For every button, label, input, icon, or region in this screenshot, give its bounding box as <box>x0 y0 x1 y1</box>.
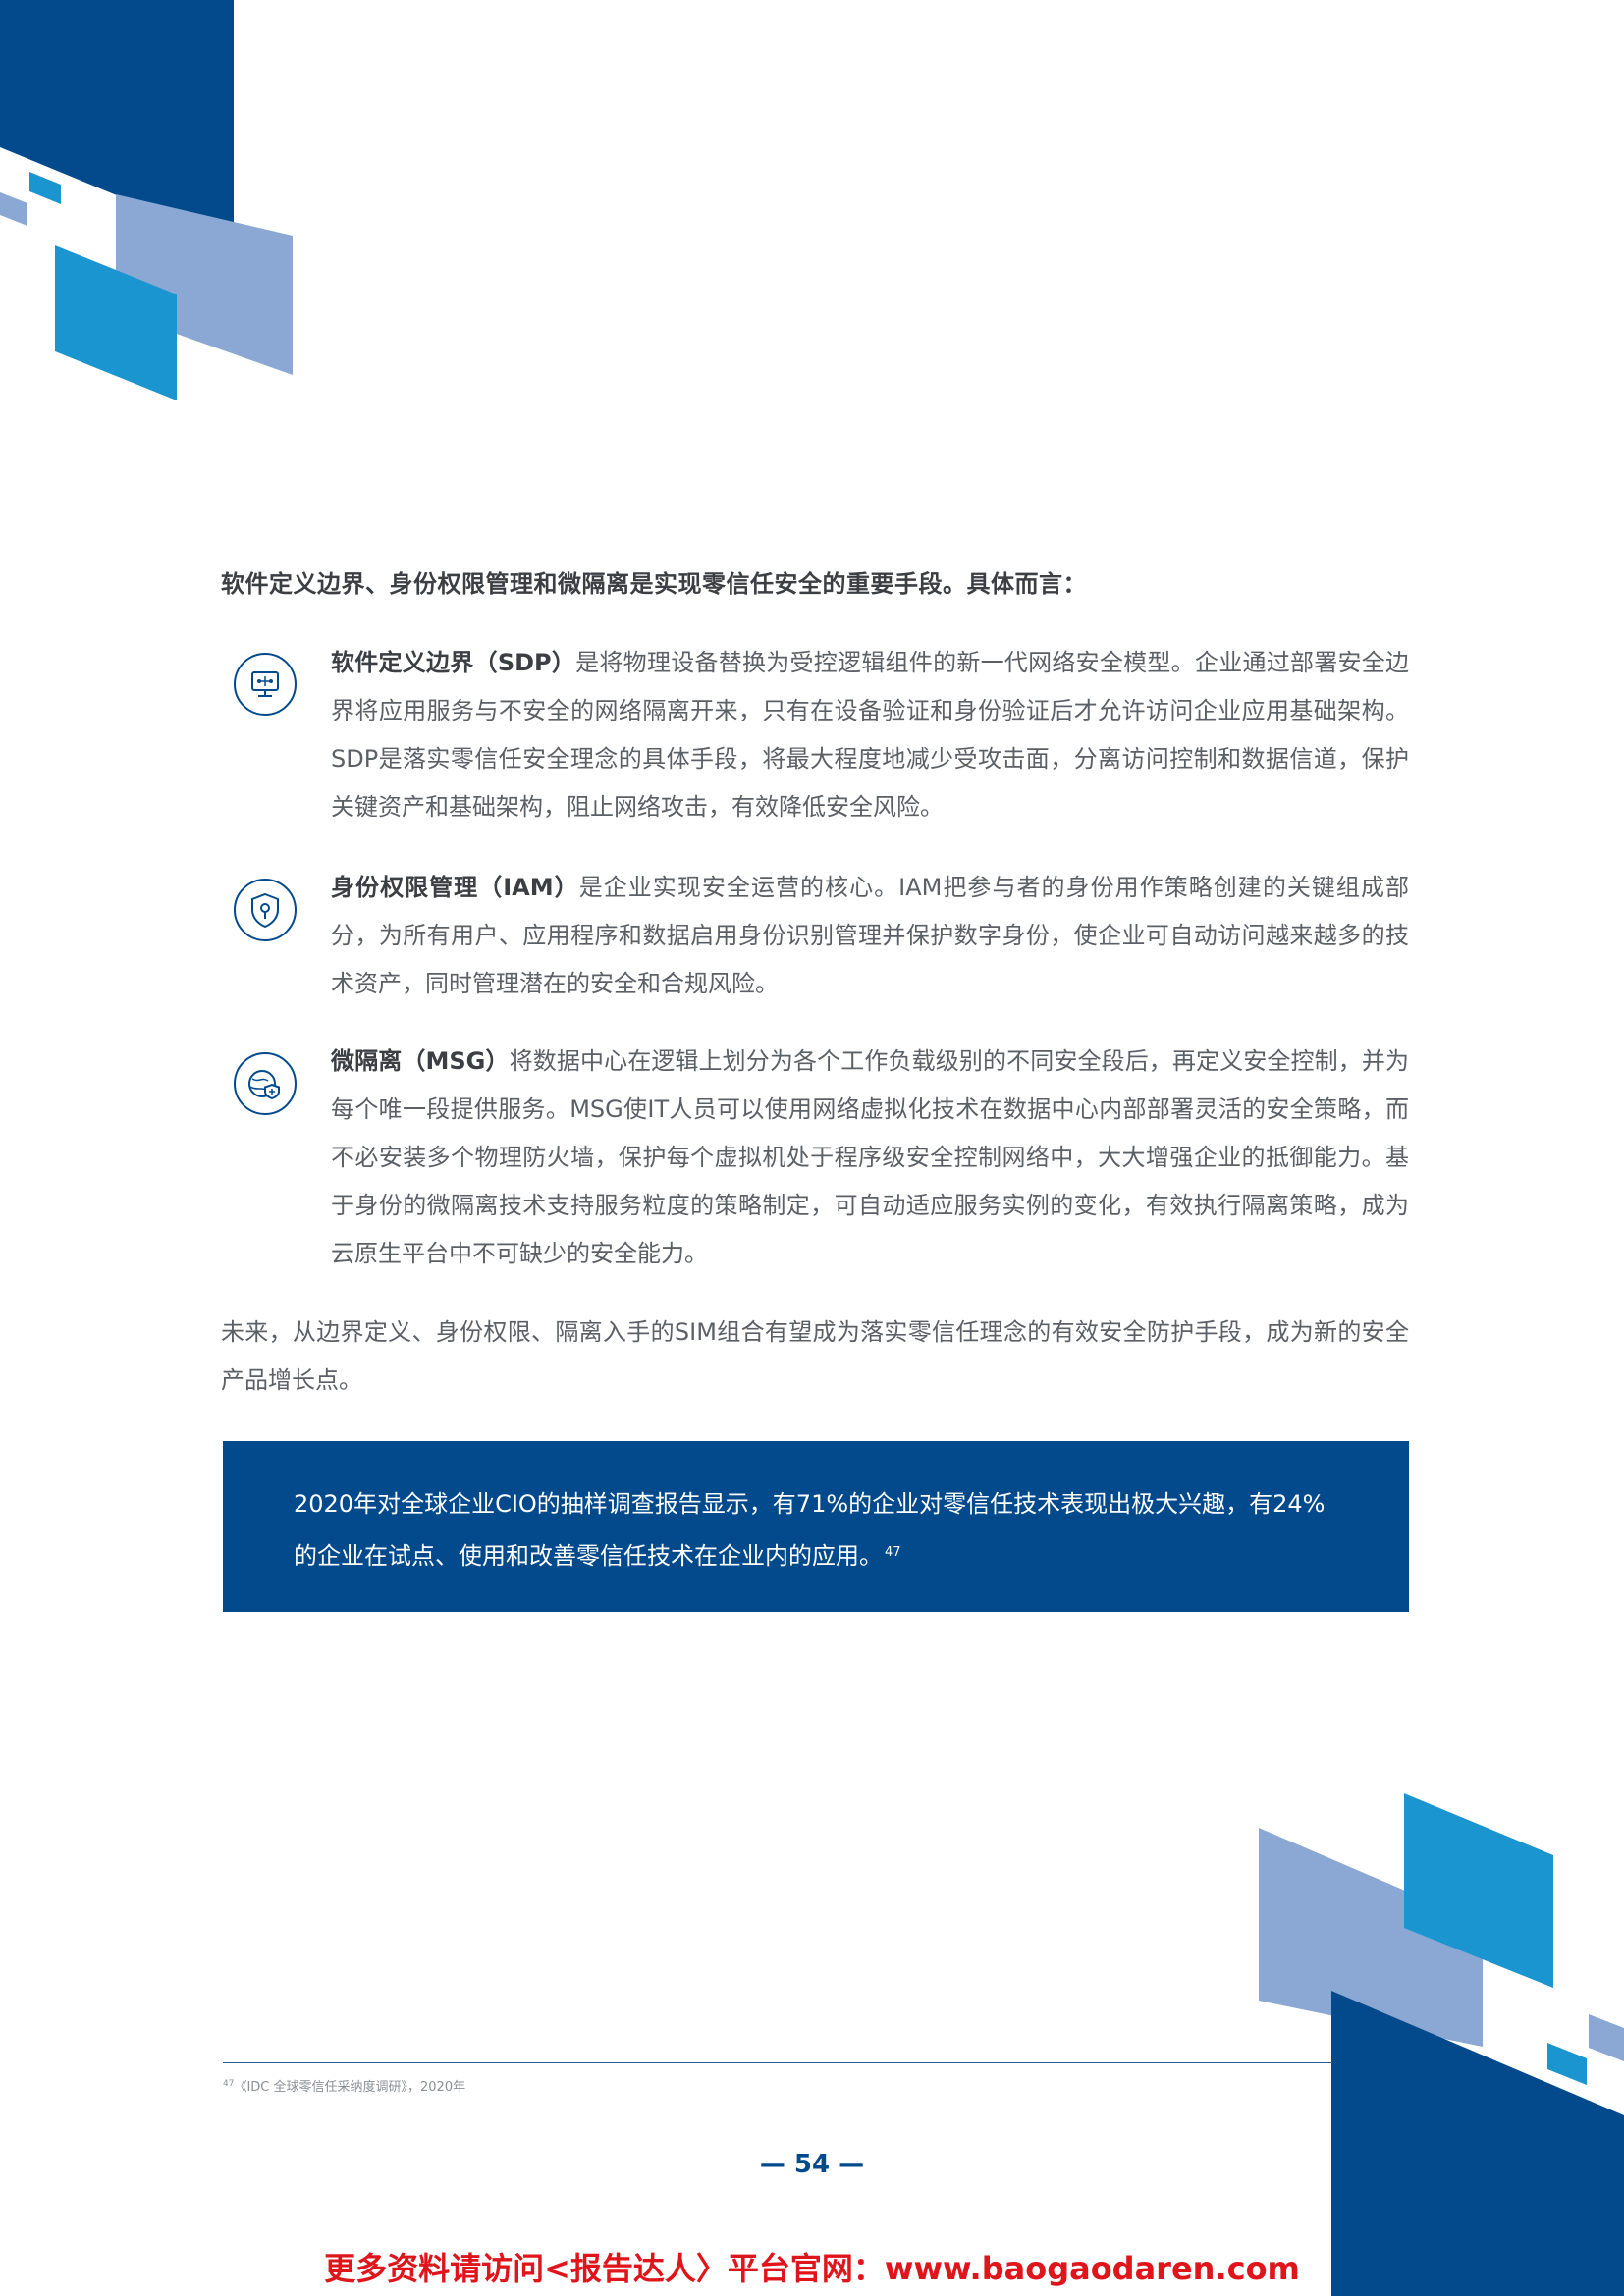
msg-paragraph: 微隔离（MSG）将数据中心在逻辑上划分为各个工作负载级别的不同安全段后，再定义安… <box>331 1038 1409 1278</box>
iam-item: 身份权限管理（IAM）是企业实现安全运营的核心。IAM把参与者的身份用作策略创建… <box>221 864 1409 1008</box>
footnote-text: 《IDC 全球零信任采纳度调研》，2020年 <box>234 2080 466 2095</box>
msg-term: 微隔离（MSG） <box>331 1047 510 1075</box>
footnote-divider <box>223 2062 1332 2063</box>
intro-heading: 软件定义边界、身份权限管理和微隔离是实现零信任安全的重要手段。具体而言： <box>221 570 1087 598</box>
callout-text: 2020年对全球企业CIO的抽样调查报告显示，有71%的企业对零信任技术表现出极… <box>294 1490 1326 1570</box>
monitor-network-icon <box>233 652 298 717</box>
sdp-paragraph: 软件定义边界（SDP）是将物理设备替换为受控逻辑组件的新一代网络安全模型。企业通… <box>331 639 1409 831</box>
top-left-decoration <box>0 0 293 400</box>
callout-footnote-ref[interactable]: 47 <box>885 1545 901 1560</box>
callout-text-block: 2020年对全球企业CIO的抽样调查报告显示，有71%的企业对零信任技术表现出极… <box>294 1480 1344 1580</box>
future-paragraph: 未来，从边界定义、身份权限、隔离入手的SIM组合有望成为落实零信任理念的有效安全… <box>221 1318 1409 1394</box>
iam-paragraph: 身份权限管理（IAM）是企业实现安全运营的核心。IAM把参与者的身份用作策略创建… <box>331 864 1409 1008</box>
sdp-item: 软件定义边界（SDP）是将物理设备替换为受控逻辑组件的新一代网络安全模型。企业通… <box>221 639 1409 831</box>
watermark-banner: 更多资料请访问<报告达人〉平台官网：www.baogaodaren.com <box>324 2250 1300 2287</box>
sdp-term: 软件定义边界（SDP） <box>331 649 576 676</box>
msg-item: 微隔离（MSG）将数据中心在逻辑上划分为各个工作负载级别的不同安全段后，再定义安… <box>221 1038 1409 1278</box>
msg-body: 将数据中心在逻辑上划分为各个工作负载级别的不同安全段后，再定义安全控制，并为每个… <box>331 1047 1410 1267</box>
shield-key-icon <box>233 878 298 942</box>
callout-box: 2020年对全球企业CIO的抽样调查报告显示，有71%的企业对零信任技术表现出极… <box>223 1441 1409 1612</box>
iam-term: 身份权限管理（IAM） <box>331 874 579 901</box>
footnote-ref: 47 <box>223 2079 235 2089</box>
page-number: — 54 — <box>759 2150 865 2179</box>
footnote: 47《IDC 全球零信任采纳度调研》，2020年 <box>223 2076 465 2095</box>
globe-shield-icon <box>233 1051 298 1116</box>
